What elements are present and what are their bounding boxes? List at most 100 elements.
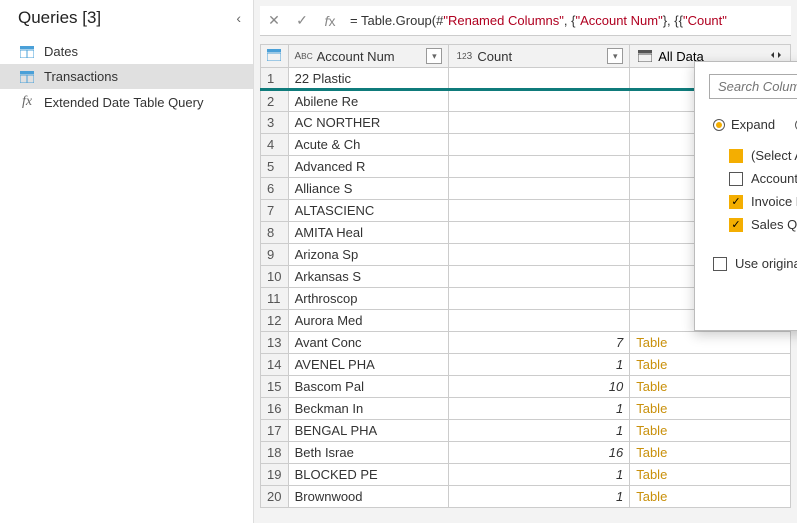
- cell-account[interactable]: Aurora Med: [288, 310, 449, 332]
- cell-count[interactable]: [449, 288, 630, 310]
- cell-account[interactable]: Arthroscop: [288, 288, 449, 310]
- column-header-count[interactable]: 123Count▾: [449, 45, 630, 68]
- row-number[interactable]: 4: [261, 134, 289, 156]
- cell-alldata[interactable]: Table: [630, 398, 791, 420]
- formula-text[interactable]: = Table.Group(#"Renamed Columns", {"Acco…: [344, 13, 727, 29]
- row-number[interactable]: 16: [261, 398, 289, 420]
- table-row[interactable]: 13Avant Conc7Table: [261, 332, 791, 354]
- column-header-account[interactable]: ABCAccount Num▾: [288, 45, 449, 68]
- row-number[interactable]: 17: [261, 420, 289, 442]
- cell-account[interactable]: AMITA Heal: [288, 222, 449, 244]
- collapse-chevron-icon[interactable]: ‹: [236, 10, 241, 26]
- table-row[interactable]: 20Brownwood1Table: [261, 486, 791, 508]
- row-number[interactable]: 8: [261, 222, 289, 244]
- radio-expand[interactable]: Expand: [713, 117, 775, 132]
- filter-dropdown-icon[interactable]: ▾: [426, 48, 442, 64]
- accept-formula-icon[interactable]: ✓: [288, 12, 316, 29]
- row-number[interactable]: 7: [261, 200, 289, 222]
- cell-count[interactable]: [449, 266, 630, 288]
- cell-account[interactable]: Arizona Sp: [288, 244, 449, 266]
- cell-count[interactable]: [449, 222, 630, 244]
- query-item-extended[interactable]: fx Extended Date Table Query: [0, 89, 253, 115]
- cell-count[interactable]: [449, 244, 630, 266]
- row-number[interactable]: 20: [261, 486, 289, 508]
- checkbox-indeterminate-icon: [729, 149, 743, 163]
- filter-dropdown-icon[interactable]: ▾: [607, 48, 623, 64]
- cell-count[interactable]: [449, 112, 630, 134]
- cell-account[interactable]: Avant Conc: [288, 332, 449, 354]
- row-number[interactable]: 11: [261, 288, 289, 310]
- cell-alldata[interactable]: Table: [630, 442, 791, 464]
- cell-count[interactable]: 1: [449, 420, 630, 442]
- cell-account[interactable]: Alliance S: [288, 178, 449, 200]
- row-number[interactable]: 18: [261, 442, 289, 464]
- check-account-num[interactable]: Account Num: [729, 167, 797, 190]
- check-select-all[interactable]: (Select All Columns): [729, 144, 797, 167]
- cell-account[interactable]: BLOCKED PE: [288, 464, 449, 486]
- row-number[interactable]: 14: [261, 354, 289, 376]
- cell-alldata[interactable]: Table: [630, 464, 791, 486]
- query-label: Extended Date Table Query: [44, 95, 203, 110]
- cell-count[interactable]: 1: [449, 464, 630, 486]
- row-number[interactable]: 3: [261, 112, 289, 134]
- cell-alldata[interactable]: Table: [630, 354, 791, 376]
- table-row[interactable]: 14AVENEL PHA1Table: [261, 354, 791, 376]
- table-row[interactable]: 15Bascom Pal10Table: [261, 376, 791, 398]
- row-number[interactable]: 9: [261, 244, 289, 266]
- cell-account[interactable]: Acute & Ch: [288, 134, 449, 156]
- row-number[interactable]: 15: [261, 376, 289, 398]
- table-row[interactable]: 18Beth Israe16Table: [261, 442, 791, 464]
- cell-account[interactable]: 22 Plastic: [288, 68, 449, 90]
- cell-account[interactable]: Brownwood: [288, 486, 449, 508]
- cell-count[interactable]: [449, 68, 630, 90]
- cell-alldata[interactable]: Table: [630, 332, 791, 354]
- cell-account[interactable]: AC NORTHER: [288, 112, 449, 134]
- row-number[interactable]: 12: [261, 310, 289, 332]
- search-input[interactable]: [709, 74, 797, 99]
- row-number[interactable]: 6: [261, 178, 289, 200]
- row-number[interactable]: 19: [261, 464, 289, 486]
- cell-count[interactable]: [449, 310, 630, 332]
- cell-account[interactable]: Abilene Re: [288, 90, 449, 112]
- cell-count[interactable]: 16: [449, 442, 630, 464]
- query-item-dates[interactable]: Dates: [0, 39, 253, 64]
- row-corner[interactable]: [261, 45, 289, 68]
- check-sales-quantity[interactable]: ✓ Sales Quantity: [729, 213, 797, 236]
- cell-count[interactable]: 10: [449, 376, 630, 398]
- table-row[interactable]: 17BENGAL PHA1Table: [261, 420, 791, 442]
- cell-account[interactable]: Advanced R: [288, 156, 449, 178]
- cell-account[interactable]: BENGAL PHA: [288, 420, 449, 442]
- cell-alldata[interactable]: Table: [630, 486, 791, 508]
- checkbox-unchecked-icon: [713, 257, 727, 271]
- cell-count[interactable]: 7: [449, 332, 630, 354]
- cell-count[interactable]: 1: [449, 354, 630, 376]
- cell-count[interactable]: [449, 90, 630, 112]
- cell-account[interactable]: Beth Israe: [288, 442, 449, 464]
- query-item-transactions[interactable]: Transactions: [0, 64, 253, 89]
- cell-account[interactable]: Bascom Pal: [288, 376, 449, 398]
- cell-count[interactable]: [449, 178, 630, 200]
- row-number[interactable]: 10: [261, 266, 289, 288]
- cell-account[interactable]: AVENEL PHA: [288, 354, 449, 376]
- row-number[interactable]: 13: [261, 332, 289, 354]
- cell-count[interactable]: [449, 200, 630, 222]
- cell-account[interactable]: Arkansas S: [288, 266, 449, 288]
- check-invoice-date[interactable]: ✓ Invoice Date: [729, 190, 797, 213]
- row-number[interactable]: 1: [261, 68, 289, 90]
- cell-count[interactable]: [449, 156, 630, 178]
- row-number[interactable]: 2: [261, 90, 289, 112]
- cell-count[interactable]: 1: [449, 486, 630, 508]
- cell-alldata[interactable]: Table: [630, 420, 791, 442]
- cell-count[interactable]: [449, 134, 630, 156]
- number-type-icon: 123: [455, 48, 473, 64]
- cancel-formula-icon[interactable]: ✕: [260, 12, 288, 29]
- cell-count[interactable]: 1: [449, 398, 630, 420]
- fx-icon[interactable]: fx: [316, 13, 344, 29]
- check-use-prefix[interactable]: Use original column name as prefix: [709, 256, 797, 271]
- cell-alldata[interactable]: Table: [630, 376, 791, 398]
- cell-account[interactable]: ALTASCIENC: [288, 200, 449, 222]
- table-row[interactable]: 19BLOCKED PE1Table: [261, 464, 791, 486]
- cell-account[interactable]: Beckman In: [288, 398, 449, 420]
- table-row[interactable]: 16Beckman In1Table: [261, 398, 791, 420]
- row-number[interactable]: 5: [261, 156, 289, 178]
